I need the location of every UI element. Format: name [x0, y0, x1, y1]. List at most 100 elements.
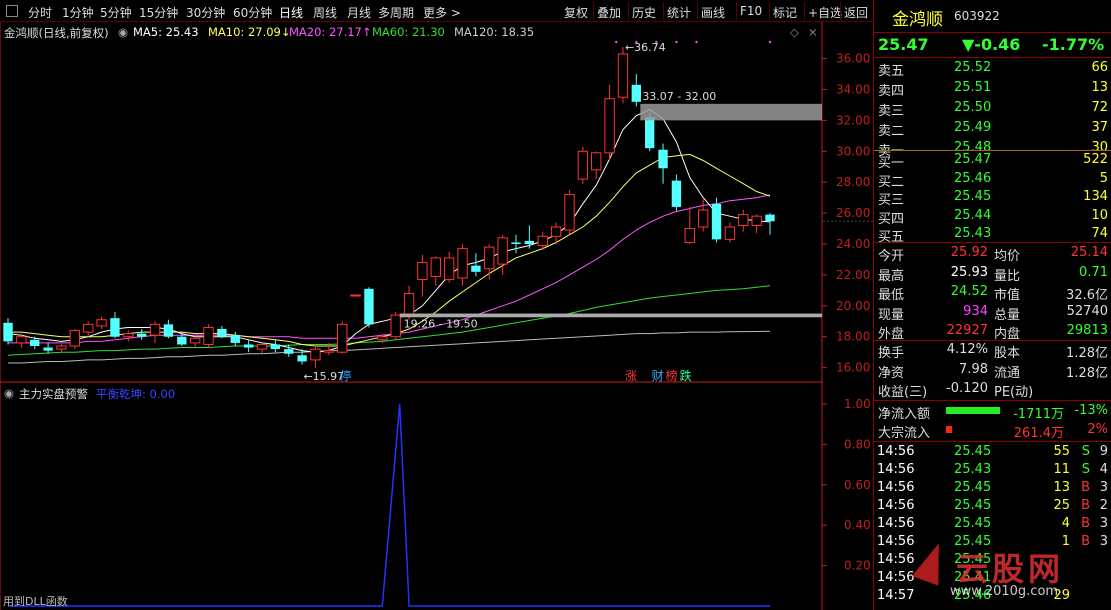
- candle-body-up: [377, 336, 388, 341]
- flow-bar: [946, 426, 952, 433]
- ind-y-tick-label: 0.80: [844, 437, 871, 451]
- candle-body-up: [738, 214, 749, 226]
- order-volume: 72: [1091, 100, 1108, 115]
- order-volume: 522: [1083, 152, 1108, 167]
- ma10-label: MA10: 27.09↓: [208, 25, 291, 39]
- candle-body-down: [645, 117, 655, 149]
- toolbar-action-button[interactable]: F10: [740, 4, 762, 18]
- period-tab[interactable]: 多周期: [378, 4, 414, 21]
- stat-value: 25.93: [950, 264, 988, 280]
- period-tab[interactable]: 15分钟: [139, 4, 178, 21]
- order-volume: 37: [1091, 120, 1108, 135]
- last-price: 25.47: [878, 35, 929, 54]
- period-tab[interactable]: 30分钟: [186, 4, 225, 21]
- stat-value: 1.28亿: [1066, 346, 1108, 361]
- toolbar-action-button[interactable]: 统计: [667, 4, 691, 21]
- candle-body-up: [403, 292, 415, 318]
- watermark-arrow-icon: [912, 538, 952, 586]
- candle-body-up: [83, 323, 94, 333]
- candle-body-down: [364, 288, 374, 325]
- toolbar-action-button[interactable]: 复权: [564, 4, 588, 21]
- ma-header: 金鸿顺(日线,前复权) ◉ MA5: 25.43 MA10: 27.09↓ MA…: [0, 22, 822, 40]
- kline-chart[interactable]: 36.00 34.00 32.00 30.00 28.00 26.00 24.00 22.00…: [0, 0, 873, 610]
- order-volume: 66: [1091, 60, 1108, 75]
- order-label: 买一: [878, 156, 905, 171]
- stat-label: 总量: [994, 307, 1021, 323]
- y-tick-label: 26.00: [836, 206, 870, 220]
- y-tick-label: 34.00: [836, 82, 870, 96]
- toolbar-action-button[interactable]: 叠加: [597, 4, 621, 21]
- menu-icon[interactable]: [6, 5, 18, 17]
- period-tab[interactable]: 月线: [347, 4, 371, 21]
- period-tab[interactable]: 60分钟: [233, 4, 272, 21]
- candle-body-up: [417, 262, 428, 281]
- event-tag: 榜: [666, 368, 678, 383]
- stat-row: 现量 934 总量 52740: [874, 303, 1111, 323]
- period-tab[interactable]: 5分钟: [100, 4, 132, 21]
- marker-dot: [768, 40, 772, 44]
- candle-body-down: [765, 214, 775, 222]
- ma60-label: MA60: 21.30: [372, 25, 445, 39]
- order-price: 25.49: [954, 120, 992, 135]
- order-volume: 13: [1091, 80, 1108, 95]
- toolbar-separator: [663, 2, 664, 20]
- period-tab[interactable]: 日线: [279, 4, 303, 21]
- stat-value: 29813: [1066, 323, 1108, 338]
- price-change: ▼-0.46: [962, 35, 1021, 54]
- tick-price: 25.43: [954, 462, 992, 477]
- stat-label: 净资: [878, 365, 905, 381]
- candle-body-up: [497, 237, 508, 265]
- settings-icon[interactable]: ◉: [118, 25, 128, 39]
- stat-value: 32.6亿: [1066, 288, 1108, 303]
- stat-value: 52740: [1066, 303, 1108, 319]
- candle-body-up: [189, 337, 201, 344]
- toolbar-action-button[interactable]: 画线: [701, 4, 725, 21]
- stat-label: 股本: [994, 346, 1021, 361]
- stat-row: 净资 7.98 流通 1.28亿: [874, 361, 1111, 381]
- candle-body-down: [230, 335, 240, 343]
- candle-body-up: [537, 235, 548, 247]
- y-tick-label: 22.00: [836, 268, 870, 282]
- toolbar-action-button[interactable]: 历史: [632, 4, 656, 21]
- toolbar-action-button[interactable]: +自选: [808, 4, 842, 21]
- toolbar-action-button[interactable]: 标记: [773, 4, 797, 21]
- tick-time: 14:56: [877, 498, 915, 513]
- period-tab[interactable]: 1分钟: [62, 4, 94, 21]
- marker-dot: [635, 40, 638, 44]
- period-tab[interactable]: 分时: [28, 4, 52, 21]
- diamond-icon[interactable]: ◇: [790, 25, 799, 39]
- candle-body-up: [617, 53, 629, 98]
- candle-body-up: [56, 345, 67, 350]
- stat-value: 22927: [946, 323, 988, 338]
- toolbar-separator: [628, 2, 629, 20]
- y-tick-label: 36.00: [836, 52, 870, 66]
- tick-time: 14:56: [877, 516, 915, 531]
- stock-name: 金鸿顺: [892, 10, 943, 30]
- support-label: 19.26 - 19.50: [404, 318, 478, 331]
- toolbar-separator: [697, 2, 698, 20]
- candle-body-up: [684, 228, 695, 243]
- candle-body-up: [350, 294, 361, 297]
- candle-body-down: [524, 240, 535, 244]
- stock-code: 603922: [954, 9, 1000, 23]
- indicator-settings-icon[interactable]: ◉: [4, 386, 14, 400]
- ma5-label: MA5: 25.43: [133, 25, 199, 39]
- candle-body-up: [123, 333, 134, 338]
- candle-body-up: [484, 246, 495, 270]
- stat-row: 最高 25.93 量比 0.71: [874, 264, 1111, 284]
- order-label: 卖二: [878, 124, 905, 139]
- tick-volume: 11: [1053, 462, 1070, 477]
- toolbar-action-button[interactable]: 返回: [844, 4, 868, 21]
- marker-dot: [615, 40, 618, 44]
- tick-row: 14:56 25.45 4 B 3: [874, 515, 1111, 533]
- tick-time: 14:56: [877, 480, 915, 495]
- stat-value: 0.71: [1079, 264, 1108, 280]
- period-tab[interactable]: 周线: [313, 4, 337, 21]
- ma20-label: MA20: 27.17↑: [289, 25, 372, 39]
- tick-direction: B: [1081, 498, 1090, 513]
- close-icon[interactable]: ×: [808, 25, 818, 39]
- y-tick-label: 30.00: [836, 144, 870, 158]
- stat-value: -0.120: [946, 381, 988, 396]
- stat-value: 934: [963, 303, 988, 319]
- period-tab[interactable]: 更多 >: [423, 4, 461, 21]
